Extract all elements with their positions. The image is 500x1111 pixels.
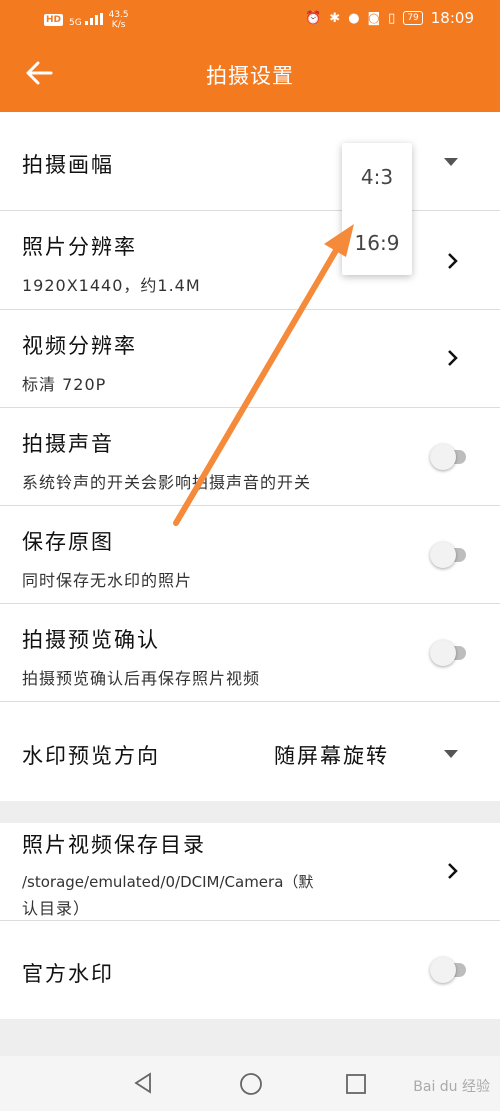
save-original-title: 保存原图 [22,530,114,554]
status-bar: HD 5G 43.5 K/s ⏰ ✱ ● ◙ ▯ 79 18:09 [0,0,500,38]
official-watermark-toggle[interactable] [430,957,466,983]
option-16-9[interactable]: 16:9 [342,231,412,255]
frame-ratio-dropdown: 4:3 16:9 [342,143,412,275]
chevron-right-icon [448,863,458,879]
clock: 18:09 [430,9,474,27]
signal-bars-icon [84,12,103,25]
speed-value: 43.5 [108,10,129,20]
video-resolution-title: 视频分辨率 [22,334,137,358]
nav-home-icon[interactable] [239,1072,263,1096]
location-icon: ● [348,10,360,26]
battery-indicator: 79 [403,11,423,25]
toggle-knob [430,957,456,983]
setting-frame-title: 拍摄画幅 [22,153,114,177]
save-directory-title: 照片视频保存目录 [22,833,206,857]
video-resolution-value: 标清 720P [22,375,107,394]
setting-sound[interactable]: 拍摄声音 系统铃声的开关会影响拍摄声音的开关 [0,408,500,506]
save-directory-path-line1: /storage/emulated/0/DCIM/Camera（默 [22,873,314,891]
signal-label: 5G [69,17,82,28]
toggle-knob [430,640,456,666]
photo-resolution-title: 照片分辨率 [22,235,137,259]
setting-save-original[interactable]: 保存原图 同时保存无水印的照片 [0,506,500,604]
setting-official-watermark[interactable]: 官方水印 [0,921,500,1019]
preview-confirm-title: 拍摄预览确认 [22,628,160,652]
hd-badge: HD [44,14,64,26]
system-nav-bar: Bai du 经验 [0,1056,500,1111]
sound-title: 拍摄声音 [22,432,114,456]
alarm-icon: ⏰ [305,10,322,26]
option-4-3[interactable]: 4:3 [342,165,412,189]
bottom-spacer [0,1019,500,1056]
setting-photo-resolution[interactable]: 照片分辨率 1920X1440，约1.4M [0,211,500,310]
setting-preview-confirm[interactable]: 拍摄预览确认 拍摄预览确认后再保存照片视频 [0,604,500,702]
setting-frame[interactable]: 拍摄画幅 [0,112,500,211]
nav-recents-icon[interactable] [345,1073,367,1095]
sound-subtitle: 系统铃声的开关会影响拍摄声音的开关 [22,473,312,492]
camera-icon: ◙ [367,10,381,26]
chevron-right-icon [448,253,458,269]
photo-resolution-value: 1920X1440，约1.4M [22,276,201,295]
save-original-toggle[interactable] [430,542,466,568]
save-original-subtitle: 同时保存无水印的照片 [22,571,193,590]
toggle-knob [430,542,456,568]
network-speed: 43.5 K/s [109,10,129,30]
nav-back-icon[interactable] [132,1072,154,1094]
official-watermark-title: 官方水印 [22,962,114,986]
speed-unit: K/s [111,20,126,30]
sound-toggle[interactable] [430,444,466,470]
toggle-knob [430,444,456,470]
baidu-watermark: Bai du 经验 [413,1079,490,1095]
vibrate-icon: ▯ [388,10,396,26]
dropdown-arrow-icon [444,750,458,758]
setting-save-directory[interactable]: 照片视频保存目录 /storage/emulated/0/DCIM/Camera… [0,823,500,921]
dropdown-arrow-icon [444,158,458,166]
signal-indicator: 5G [69,12,103,28]
watermark-direction-title: 水印预览方向 [22,744,160,768]
section-divider [0,801,500,823]
bluetooth-icon: ✱ [329,10,341,26]
app-bar: 拍摄设置 [0,38,500,112]
setting-watermark-direction[interactable]: 水印预览方向 随屏幕旋转 [0,702,500,801]
chevron-right-icon [448,350,458,366]
page-title: 拍摄设置 [206,64,294,88]
watermark-direction-value: 随屏幕旋转 [274,744,389,768]
preview-confirm-toggle[interactable] [430,640,466,666]
save-directory-path-line2: 认目录） [22,899,91,918]
setting-video-resolution[interactable]: 视频分辨率 标清 720P [0,310,500,408]
preview-confirm-subtitle: 拍摄预览确认后再保存照片视频 [22,669,261,688]
